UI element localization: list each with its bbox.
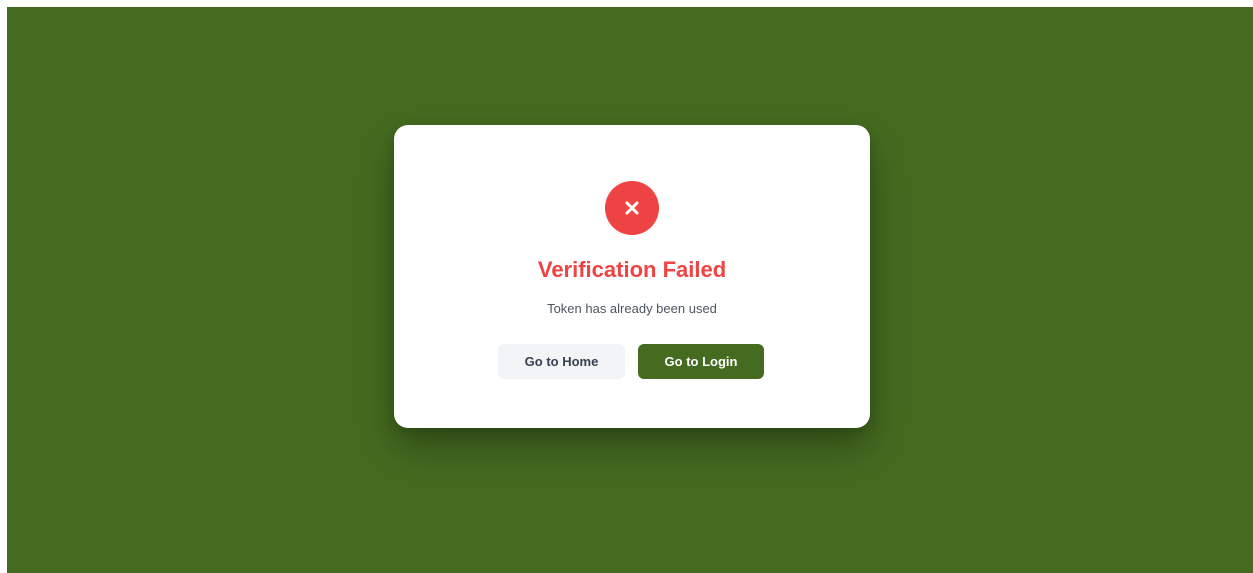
dialog-title: Verification Failed	[537, 257, 727, 282]
dialog-message: Token has already been used	[547, 301, 717, 316]
verification-dialog: Verification Failed Token has already be…	[394, 125, 870, 428]
go-to-home-button[interactable]: Go to Home	[498, 344, 625, 379]
close-x-icon	[625, 201, 639, 215]
page-background: Verification Failed Token has already be…	[7, 7, 1253, 573]
go-to-login-button[interactable]: Go to Login	[638, 344, 764, 379]
error-status-icon	[605, 181, 659, 235]
dialog-actions: Go to Home Go to Login	[498, 344, 764, 379]
